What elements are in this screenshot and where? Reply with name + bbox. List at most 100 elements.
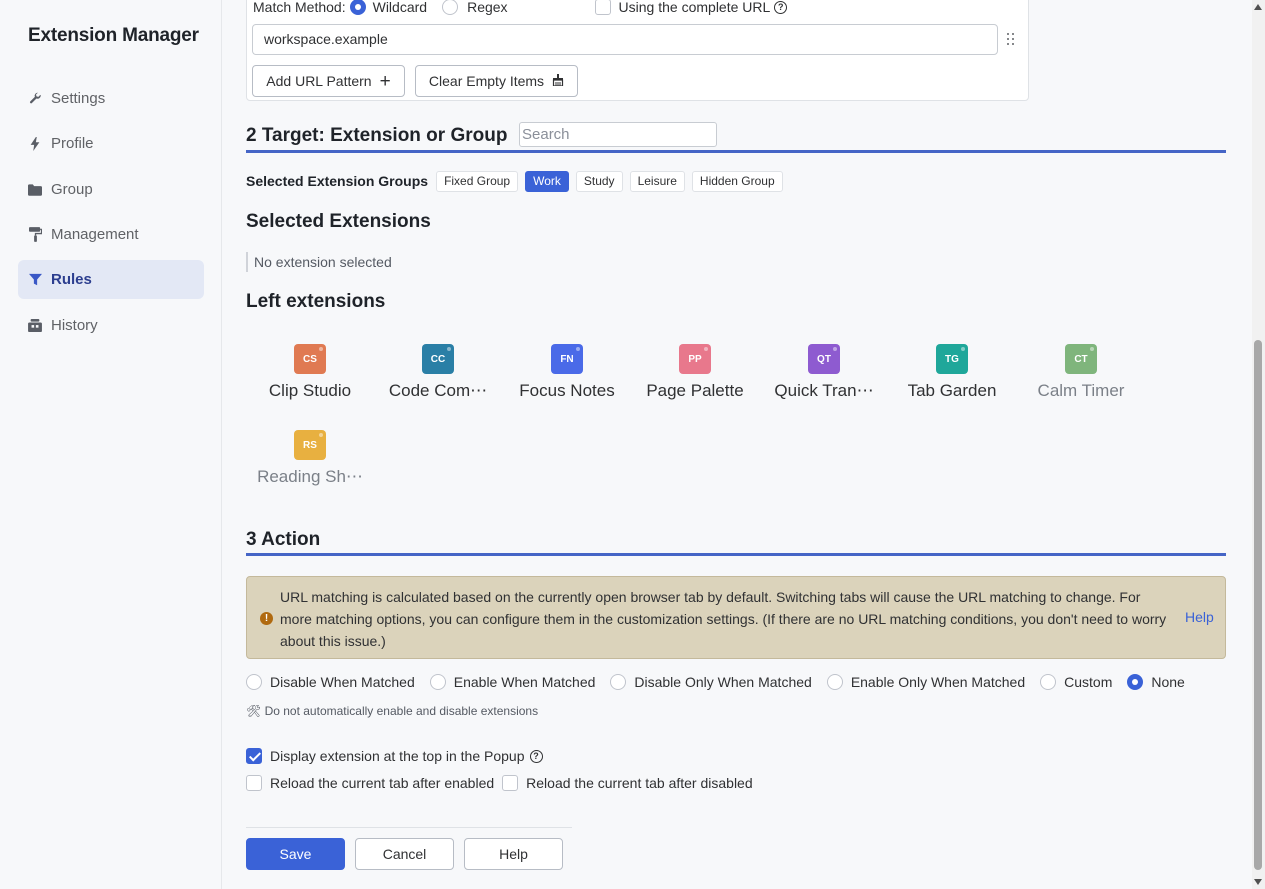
sidebar: Extension Manager Settings Profile Group… [0,0,222,889]
radio[interactable] [429,674,446,690]
extension-icon: FN [551,344,583,374]
display-top-checkbox[interactable] [246,748,262,764]
extension-name: Page Palette [646,381,744,400]
group-tag-work[interactable]: Work [525,170,569,192]
display-top-row: Display extension at the top in the Popu… [246,746,543,766]
option-disable-only-when-matched[interactable]: Disable Only When Matched [610,674,812,690]
sidebar-item-management[interactable]: Management [18,215,204,254]
url-pattern-card: Match Method: Wildcard Regex Using the c… [246,0,1029,101]
complete-url-label: Using the complete URL [618,0,771,15]
wildcard-label: Wildcard [372,0,428,15]
footer-divider [246,827,572,828]
alert-help-link[interactable]: Help [1185,609,1214,625]
save-button[interactable]: Save [246,838,345,870]
regex-label: Regex [467,0,508,15]
sidebar-item-label: Rules [51,271,92,288]
left-extensions-heading: Left extensions [246,291,386,312]
extension-item[interactable]: CS Clip Studio [246,344,374,401]
radio[interactable] [1127,674,1144,690]
option-label: Enable When Matched [453,674,596,690]
option-none[interactable]: None [1127,674,1185,690]
option-label: Custom [1064,674,1113,690]
sidebar-item-group[interactable]: Group [18,170,204,209]
complete-url-checkbox[interactable] [594,0,611,15]
selected-groups-label: Selected Extension Groups [246,173,429,189]
extension-item[interactable]: RS Reading Sh⋯ [246,430,374,487]
help-button[interactable]: Help [464,838,563,870]
app-title: Extension Manager [28,25,199,46]
extension-item[interactable]: TG Tab Garden [888,344,1016,401]
sidebar-item-rules[interactable]: Rules [18,260,204,299]
cancel-button[interactable]: Cancel [355,838,454,870]
sidebar-item-label: Settings [51,90,106,107]
add-url-pattern-button[interactable]: Add URL Pattern + [252,65,405,97]
extension-name: Code Com⋯ [388,381,488,400]
option-custom[interactable]: Custom [1040,674,1112,690]
scrollbar[interactable] [1252,0,1265,889]
radio[interactable] [610,674,627,690]
alert-text: URL matching is calculated based on the … [280,589,1167,649]
scroll-down-icon[interactable] [1254,879,1262,885]
url-pattern-input[interactable]: workspace.example [252,24,998,55]
extension-search-input[interactable]: Search [519,122,717,147]
sidebar-item-settings[interactable]: Settings [18,79,204,118]
radio[interactable] [1040,674,1057,690]
sidebar-item-label: History [51,317,98,334]
group-tag-leisure[interactable]: Leisure [629,170,685,192]
group-tag-hidden[interactable]: Hidden Group [691,170,783,192]
clear-empty-items-button[interactable]: Clear Empty Items [415,65,578,97]
extension-item[interactable]: QT Quick Tran⋯ [760,344,888,401]
url-matching-alert: ! URL matching is calculated based on th… [246,576,1226,659]
question-icon[interactable]: ? [529,749,543,763]
reload-disabled-checkbox[interactable] [502,775,519,791]
action-section-divider [246,553,1226,556]
wildcard-radio[interactable] [349,0,366,15]
action-note: 🛠 Do not automatically enable and disabl… [246,704,539,718]
regex-radio[interactable] [442,0,459,15]
group-tag-study[interactable]: Study [575,170,623,192]
reload-enabled-checkbox[interactable] [246,775,262,791]
option-enable-when-matched[interactable]: Enable When Matched [429,674,596,690]
option-disable-when-matched[interactable]: Disable When Matched [246,674,415,690]
drag-handle-icon[interactable] [1007,33,1015,45]
radio[interactable] [246,674,262,690]
question-icon[interactable]: ? [774,0,788,14]
option-label: Enable Only When Matched [850,674,1026,690]
target-section-heading: 2 Target: Extension or Group [246,125,508,146]
sidebar-item-profile[interactable]: Profile [18,124,204,163]
match-method-label: Match Method: [253,0,346,15]
extension-icon: TG [936,344,968,374]
sidebar-item-label: Profile [51,135,94,152]
extension-item[interactable]: PP Page Palette [631,344,759,401]
radio[interactable] [826,674,843,690]
extension-item[interactable]: CT Calm Timer [1017,344,1145,401]
match-method-row: Match Method: Wildcard Regex Using the c… [253,0,788,17]
bolt-icon [28,136,42,151]
main-content: Match Method: Wildcard Regex Using the c… [222,0,1252,889]
sidebar-item-history[interactable]: History [18,306,204,345]
extension-name: Tab Garden [907,381,997,400]
selected-extensions-heading: Selected Extensions [246,211,431,232]
extension-icon: CT [1065,344,1097,374]
extension-item[interactable]: CC Code Com⋯ [374,344,502,401]
reload-enabled-label: Reload the current tab after enabled [270,775,495,791]
option-label: Disable Only When Matched [634,674,812,690]
option-enable-only-when-matched[interactable]: Enable Only When Matched [826,674,1026,690]
display-top-label: Display extension at the top in the Popu… [270,748,525,764]
extension-item[interactable]: FN Focus Notes [503,344,631,401]
scroll-thumb[interactable] [1254,340,1262,870]
extension-icon: RS [294,430,326,460]
sidebar-item-label: Management [51,226,139,243]
folder-icon [28,183,42,197]
extension-name: Quick Tran⋯ [774,381,874,400]
warning-icon: ! [260,612,273,625]
extension-name: Focus Notes [519,381,615,400]
reload-disabled-label: Reload the current tab after disabled [526,775,753,791]
target-section-divider [246,150,1226,153]
scroll-up-icon[interactable] [1254,4,1262,10]
group-tag-fixed[interactable]: Fixed Group [436,170,519,192]
extension-name: Calm Timer [1037,381,1125,400]
extension-name: Reading Sh⋯ [257,467,363,486]
sidebar-item-label: Group [51,181,93,198]
option-label: None [1151,674,1185,690]
